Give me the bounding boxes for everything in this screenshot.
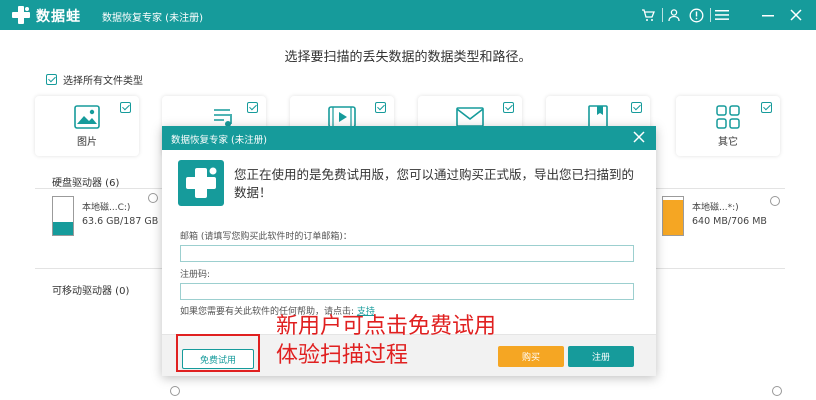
checkbox[interactable] <box>631 102 642 113</box>
annotation-line: 新用户可点击免费试用 <box>276 314 497 339</box>
file-type-label: 图片 <box>77 137 97 148</box>
checkbox[interactable] <box>247 102 258 113</box>
annotation-highlight-box <box>176 334 260 372</box>
removable-drives-label: 可移动驱动器 (0) <box>52 286 130 297</box>
dialog-title: 数据恢复专家 (未注册) <box>171 135 267 146</box>
other-icon <box>715 104 741 133</box>
checkbox[interactable] <box>503 102 514 113</box>
registration-code-field[interactable] <box>180 283 634 300</box>
drive-radio[interactable] <box>772 386 782 396</box>
buy-button[interactable]: 购买 <box>498 346 564 367</box>
drive-size: 63.6 GB/187 GB <box>82 216 159 227</box>
drive-usage-fill <box>663 200 683 235</box>
title-bar: 数据蛙 数据恢复专家 (未注册) <box>0 0 816 30</box>
checkbox[interactable] <box>761 102 772 113</box>
drive-size: 640 MB/706 MB <box>692 216 767 227</box>
annotation-line: 体验扫描过程 <box>276 343 409 368</box>
file-type-label: 其它 <box>718 137 738 148</box>
brand-name: 数据蛙 <box>36 9 81 25</box>
select-all-checkbox[interactable]: 选择所有文件类型 <box>46 72 143 87</box>
drive-icon <box>662 196 684 236</box>
email-label: 邮箱 (请填写您购买此软件时的订单邮箱)： <box>180 232 352 242</box>
drive-radio[interactable] <box>170 386 180 396</box>
annotation-text: 新用户可点击免费试用 体验扫描过程 <box>276 312 496 370</box>
email-field[interactable] <box>180 245 634 262</box>
app-logo-icon <box>12 6 30 24</box>
drive-usage-fill <box>53 222 73 235</box>
registration-code-label: 注册码: <box>180 270 211 280</box>
checkbox[interactable] <box>375 102 386 113</box>
titlebar-divider <box>662 8 663 22</box>
close-icon[interactable] <box>632 130 646 144</box>
window-title: 数据恢复专家 (未注册) <box>102 13 203 24</box>
select-all-label: 选择所有文件类型 <box>63 76 143 87</box>
drive-radio[interactable] <box>148 193 158 203</box>
titlebar-divider <box>710 8 711 22</box>
app-logo-icon <box>178 160 224 206</box>
drive-radio[interactable] <box>770 196 780 206</box>
menu-icon[interactable] <box>714 7 730 23</box>
file-type-card-image[interactable]: 图片 <box>35 96 139 156</box>
minimize-icon[interactable] <box>760 7 776 23</box>
checkbox[interactable] <box>46 74 57 85</box>
cart-icon[interactable] <box>640 7 656 23</box>
drive-name: 本地磁...*:) <box>692 203 739 213</box>
user-icon[interactable] <box>666 7 682 23</box>
info-icon[interactable] <box>688 7 704 23</box>
checkbox[interactable] <box>120 102 131 113</box>
hard-drives-label: 硬盘驱动器 (6) <box>52 178 120 189</box>
image-icon <box>73 104 101 133</box>
scan-prompt: 选择要扫描的丢失数据的数据类型和路径。 <box>284 50 532 65</box>
file-type-card-other[interactable]: 其它 <box>676 96 780 156</box>
drive-name: 本地磁...C:) <box>82 203 131 213</box>
close-icon[interactable] <box>788 7 804 23</box>
drive-icon <box>52 196 74 236</box>
register-button[interactable]: 注册 <box>568 346 634 367</box>
dialog-message: 您正在使用的是免费试用版，您可以通过购买正式版，导出您已扫描到的数据！ <box>234 167 635 200</box>
dialog-header: 数据恢复专家 (未注册) <box>162 126 656 150</box>
